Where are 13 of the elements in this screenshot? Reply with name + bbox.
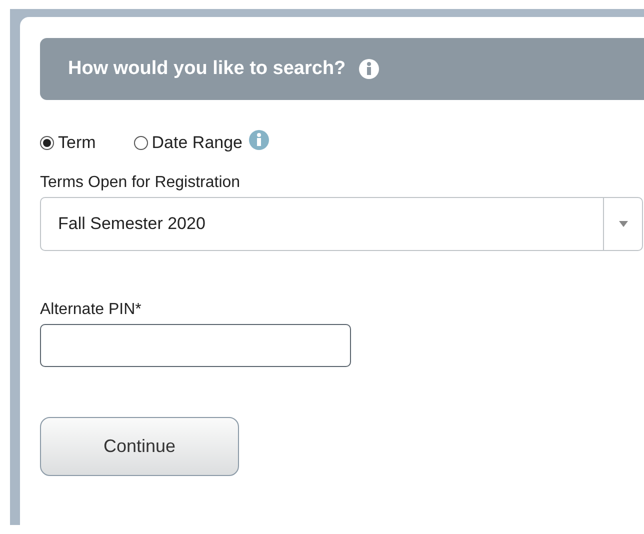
header-title: How would you like to search? [68,58,346,80]
term-dropdown[interactable]: Fall Semester 2020 [40,197,643,251]
continue-button[interactable]: Continue [40,417,239,476]
field-label: Alternate PIN* [40,301,142,319]
pin-input-field[interactable] [40,324,351,367]
dropdown-value: Fall Semester 2020 [57,214,206,234]
radio-button[interactable] [40,136,54,150]
radio-label[interactable]: Date Range [152,133,243,153]
field-label: Terms Open for Registration [40,174,242,192]
radio-label[interactable]: Term [58,133,96,153]
info-icon[interactable] [358,59,379,79]
radio-button[interactable] [134,136,148,150]
dropdown-arrow-icon[interactable] [618,221,628,227]
